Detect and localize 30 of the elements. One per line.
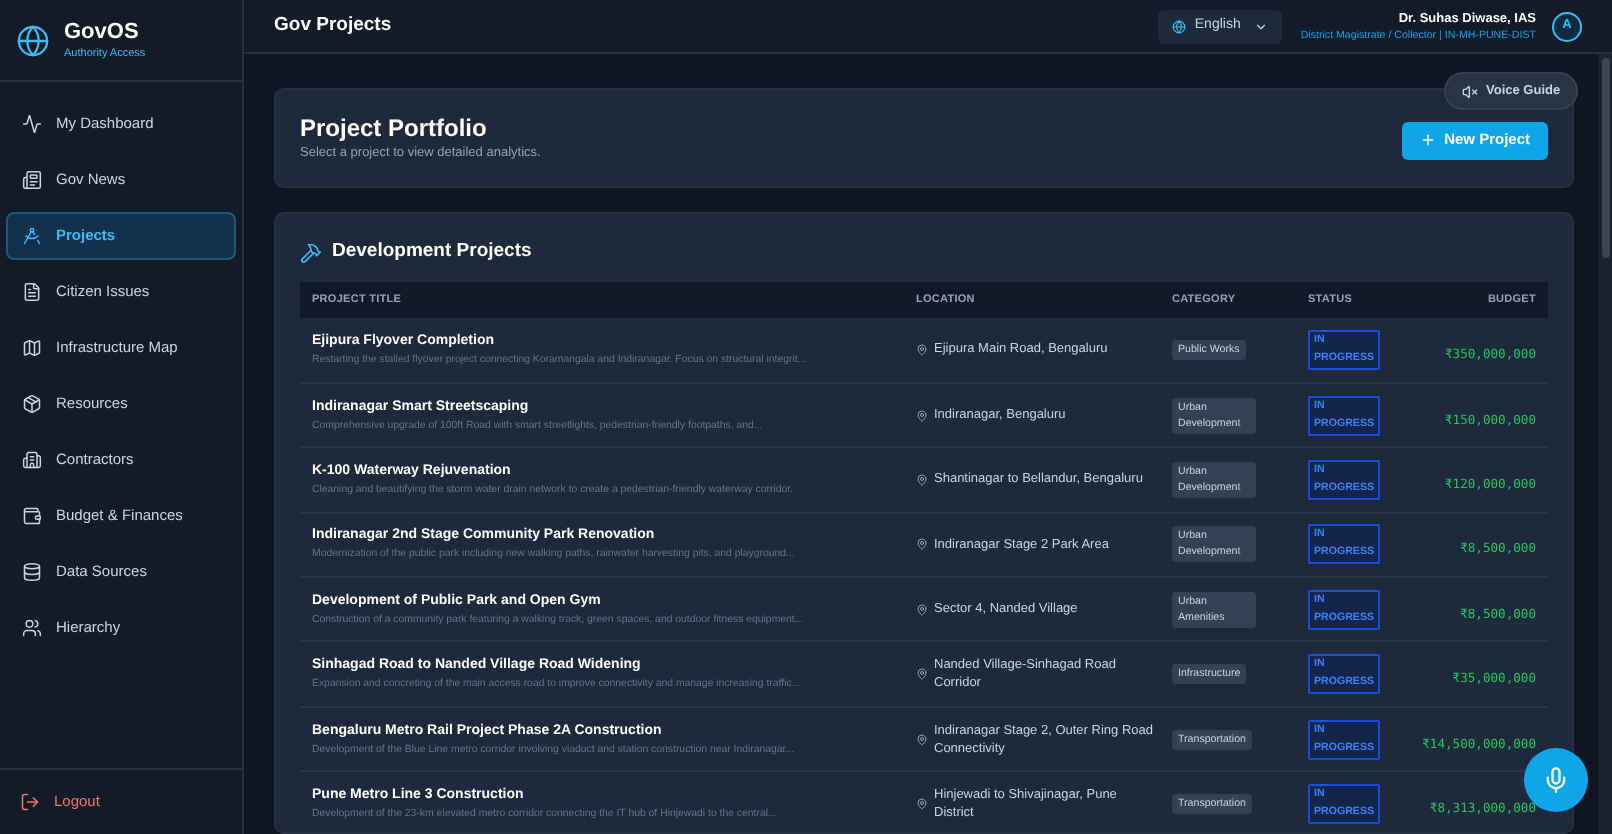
hammer-icon xyxy=(300,241,322,263)
document-icon xyxy=(22,282,42,302)
app-name: GovOS xyxy=(64,19,141,45)
location-pin-icon xyxy=(916,668,928,681)
globe-icon xyxy=(16,23,50,57)
location-pin-icon xyxy=(916,603,928,616)
location-pin-icon xyxy=(916,343,928,356)
pulse-icon xyxy=(22,114,42,134)
database-icon xyxy=(22,562,42,582)
globe-icon xyxy=(1172,19,1187,33)
building-icon xyxy=(22,450,42,470)
microphone-icon xyxy=(1542,766,1570,794)
box-icon xyxy=(22,394,42,414)
location-pin-icon xyxy=(916,733,928,746)
location-pin-icon xyxy=(916,473,928,486)
location-pin-icon xyxy=(916,409,928,422)
portfolio-title: Project Portfolio xyxy=(300,114,489,144)
logout-icon xyxy=(20,792,40,812)
compass-icon xyxy=(22,226,42,246)
location-pin-icon xyxy=(916,538,928,551)
chevron-down-icon xyxy=(1254,19,1269,33)
muted-speaker-icon xyxy=(1462,83,1478,99)
map-icon xyxy=(22,338,42,358)
newspaper-icon xyxy=(22,170,42,190)
people-icon xyxy=(22,618,42,638)
wallet-icon xyxy=(22,506,42,526)
plus-icon xyxy=(1420,132,1437,148)
page-title: Gov Projects xyxy=(274,11,392,40)
section-title: Development Projects xyxy=(332,237,532,266)
location-pin-icon xyxy=(916,797,928,810)
